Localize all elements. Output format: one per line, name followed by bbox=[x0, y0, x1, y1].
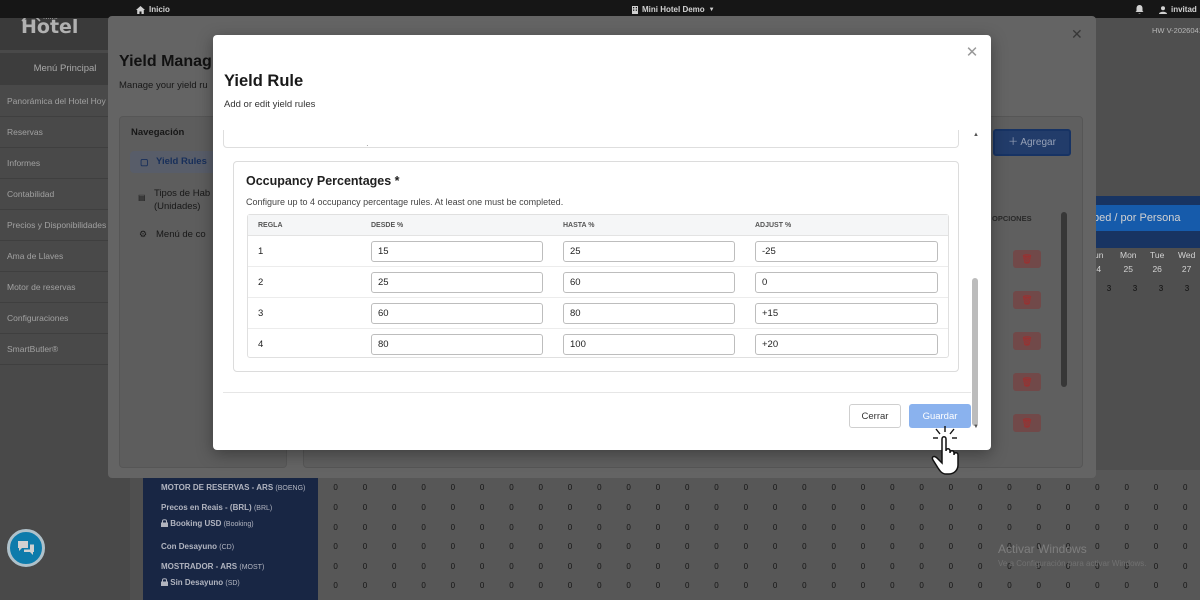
ellipsis-icon: · bbox=[366, 141, 369, 150]
occupancy-title: Occupancy Percentages * bbox=[246, 174, 400, 188]
scrollbar-thumb[interactable] bbox=[972, 278, 978, 426]
column-header-adjust: ADJUST % bbox=[755, 222, 792, 229]
from-percent-input[interactable] bbox=[371, 334, 543, 355]
to-percent-input[interactable] bbox=[563, 303, 735, 324]
previous-section-card: · bbox=[223, 130, 959, 150]
column-header-to: HASTA % bbox=[563, 222, 595, 229]
rule-number: 1 bbox=[258, 246, 264, 257]
yield-rule-modal: ✕ Yield Rule Add or edit yield rules · O… bbox=[213, 35, 991, 450]
modal-scrollbar[interactable]: ▲ ▼ bbox=[971, 130, 981, 432]
adjust-percent-input[interactable] bbox=[755, 272, 938, 293]
table-header: REGLA DESDE % HASTA % ADJUST % bbox=[248, 215, 948, 236]
close-button[interactable]: Cerrar bbox=[849, 404, 901, 428]
table-row: 3 bbox=[248, 298, 948, 329]
adjust-percent-input[interactable] bbox=[755, 303, 938, 324]
modal-scroll-area[interactable]: · Occupancy Percentages * Configure up t… bbox=[223, 130, 971, 432]
occupancy-description: Configure up to 4 occupancy percentage r… bbox=[246, 197, 564, 207]
footer-divider bbox=[223, 392, 971, 393]
to-percent-input[interactable] bbox=[563, 334, 735, 355]
table-row: 4 bbox=[248, 329, 948, 360]
rule-number: 2 bbox=[258, 277, 264, 288]
rule-number: 4 bbox=[258, 339, 264, 350]
to-percent-input[interactable] bbox=[563, 272, 735, 293]
adjust-percent-input[interactable] bbox=[755, 241, 938, 262]
occupancy-card: Occupancy Percentages * Configure up to … bbox=[233, 161, 959, 372]
column-header-rule: REGLA bbox=[258, 222, 283, 229]
rule-number: 3 bbox=[258, 308, 264, 319]
table-row: 2 bbox=[248, 267, 948, 298]
adjust-percent-input[interactable] bbox=[755, 334, 938, 355]
table-row: 1 bbox=[248, 236, 948, 267]
hand-cursor-icon bbox=[931, 426, 959, 475]
from-percent-input[interactable] bbox=[371, 303, 543, 324]
modal-subtitle: Add or edit yield rules bbox=[224, 99, 316, 110]
column-header-from: DESDE % bbox=[371, 222, 404, 229]
to-percent-input[interactable] bbox=[563, 241, 735, 262]
modal-close-icon[interactable]: ✕ bbox=[963, 44, 981, 62]
occupancy-table: REGLA DESDE % HASTA % ADJUST % 1 2 bbox=[247, 214, 949, 358]
modal-title: Yield Rule bbox=[224, 72, 304, 90]
from-percent-input[interactable] bbox=[371, 241, 543, 262]
from-percent-input[interactable] bbox=[371, 272, 543, 293]
scroll-down-arrow-icon[interactable]: ▼ bbox=[971, 422, 981, 432]
scroll-up-arrow-icon[interactable]: ▲ bbox=[971, 130, 981, 140]
